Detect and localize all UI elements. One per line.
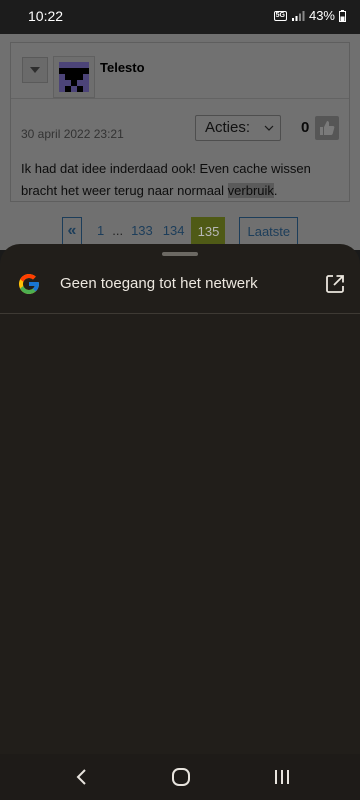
status-time: 10:22 xyxy=(28,8,64,24)
post-body-end: . xyxy=(273,183,278,198)
avatar-image xyxy=(59,62,89,92)
pagination: « 1 ... 133 134 135 Laatste xyxy=(62,217,299,245)
status-bar: 10:22 5G 43% xyxy=(0,0,360,34)
system-nav-bar xyxy=(0,754,360,800)
home-icon xyxy=(172,768,190,786)
pagination-ellipsis: ... xyxy=(112,223,124,238)
sheet-header: Geen toegang tot het netwerk xyxy=(0,264,360,314)
chevron-down-icon xyxy=(264,125,274,131)
avatar[interactable] xyxy=(53,56,95,98)
actions-select-label: Acties: xyxy=(205,119,251,136)
actions-select[interactable]: Acties: xyxy=(195,115,281,141)
back-button[interactable] xyxy=(68,763,96,791)
back-icon xyxy=(76,769,86,785)
battery-icon xyxy=(339,9,346,22)
pagination-prev-button[interactable]: « xyxy=(62,217,82,245)
recent-apps-icon xyxy=(275,770,289,784)
open-in-new-button[interactable] xyxy=(324,273,346,295)
forum-post: Telesto 30 april 2022 23:21 Acties: 0 Ik… xyxy=(10,42,350,202)
pagination-current-page: 135 xyxy=(191,217,226,245)
sheet-drag-handle[interactable] xyxy=(162,252,198,256)
recent-apps-button[interactable] xyxy=(268,763,296,791)
pagination-last-button[interactable]: Laatste xyxy=(239,217,299,245)
thumbs-up-icon xyxy=(320,121,335,135)
pagination-page-133[interactable]: 133 xyxy=(126,217,158,245)
post-header: Telesto xyxy=(11,43,349,99)
forum-page-background: Telesto 30 april 2022 23:21 Acties: 0 Ik… xyxy=(0,34,360,250)
battery-percentage: 43% xyxy=(308,8,335,23)
post-body-highlight: verbruik xyxy=(227,183,274,198)
sheet-title: Geen toegang tot het netwerk xyxy=(60,275,258,292)
status-indicators: 5G 43% xyxy=(273,8,346,23)
pagination-page-1[interactable]: 1 xyxy=(92,217,109,245)
post-username[interactable]: Telesto xyxy=(100,60,145,75)
open-in-new-icon xyxy=(326,275,344,293)
post-date: 30 april 2022 23:21 xyxy=(21,127,124,141)
signal-icon xyxy=(291,10,305,21)
triangle-down-icon xyxy=(30,67,40,73)
like-button[interactable] xyxy=(315,116,339,140)
post-menu-toggle[interactable] xyxy=(22,57,48,83)
google-icon xyxy=(19,274,39,294)
post-body: Ik had dat idee inderdaad ook! Even cach… xyxy=(21,158,341,202)
bottom-sheet: Geen toegang tot het netwerk xyxy=(0,244,360,754)
network-type-badge: 5G xyxy=(273,10,287,21)
like-count: 0 xyxy=(301,119,310,136)
pagination-page-134[interactable]: 134 xyxy=(158,217,190,245)
home-button[interactable] xyxy=(167,763,195,791)
